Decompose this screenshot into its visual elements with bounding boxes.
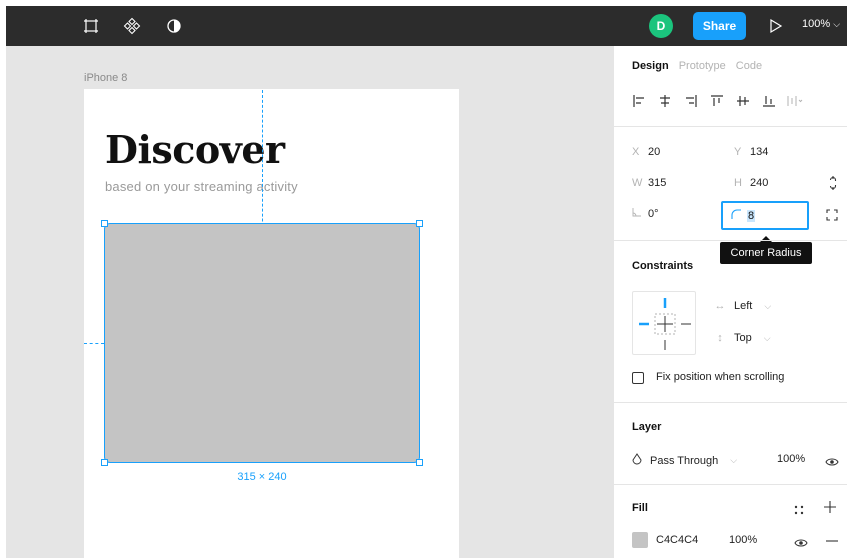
vertical-constraint-dropdown[interactable]: ↕ Top ⌵ [714,332,771,344]
blend-mode-value: Pass Through [650,454,719,467]
vertical-arrows-icon: ↕ [717,332,723,344]
blend-mode-icon [632,453,642,468]
divider [614,484,847,485]
selected-rectangle[interactable] [104,223,420,463]
height-field[interactable]: H 240 [734,177,768,189]
x-field[interactable]: X 20 [632,146,660,158]
align-right-icon[interactable] [678,92,704,110]
constraints-title: Constraints [632,260,694,272]
rotation-field[interactable]: 0° [632,208,659,220]
horizontal-spacing-guide [84,343,104,344]
horizontal-arrows-icon: ↔ [714,300,726,312]
blend-mode-dropdown[interactable]: Pass Through ⌵ [632,453,737,468]
chevron-down-icon: ⌵ [764,300,772,311]
chevron-down-icon: ⌵ [730,455,738,465]
divider [614,126,847,127]
y-value[interactable]: 134 [750,146,768,158]
frame-label[interactable]: iPhone 8 [84,72,127,84]
tab-code[interactable]: Code [736,60,762,72]
horizontal-constraint-dropdown[interactable]: ↔ Left ⌵ [714,300,772,312]
y-field[interactable]: Y 134 [734,146,768,158]
remove-fill-icon[interactable] [826,534,838,546]
fix-position-checkbox[interactable] [632,372,644,384]
h-value[interactable]: 240 [750,177,768,189]
corner-radius-tooltip: Corner Radius [720,242,812,264]
horizontal-constraint-value: Left [734,300,753,312]
chevron-down-icon: ⌵ [763,332,771,343]
align-horizontal-center-icon[interactable] [652,92,678,110]
align-left-icon[interactable] [626,92,652,110]
panel-tabs: Design Prototype Code [632,60,762,72]
w-value[interactable]: 315 [648,177,666,189]
tab-prototype[interactable]: Prototype [679,60,726,72]
tab-design[interactable]: Design [632,60,669,72]
share-button[interactable]: Share [693,12,746,40]
frame-tool-icon[interactable] [81,16,101,36]
eye-icon[interactable] [794,535,810,547]
fill-color-swatch[interactable] [632,532,648,548]
divider [614,402,847,403]
align-vertical-center-icon[interactable] [730,92,756,110]
eye-icon[interactable] [825,454,841,466]
y-label: Y [734,146,742,158]
align-top-icon[interactable] [704,92,730,110]
canvas[interactable]: iPhone 8 Discover based on your streamin… [6,46,613,558]
corner-radius-input[interactable]: 8 [721,201,809,230]
contrast-icon[interactable] [164,16,184,36]
constrain-proportions-icon[interactable] [826,174,840,192]
style-grid-icon[interactable] [794,502,806,515]
fill-opacity[interactable]: 100% [729,534,757,546]
h-label: H [734,177,742,189]
divider [614,240,847,241]
resize-handle-bottom-left[interactable] [101,459,108,466]
resize-handle-top-left[interactable] [101,220,108,227]
dimension-label: 315 × 240 [237,471,287,483]
independent-corners-icon[interactable] [826,208,840,222]
chevron-down-icon: ⌵ [833,19,841,29]
constraint-widget[interactable] [632,291,696,355]
vertical-constraint-value: Top [734,332,752,344]
rotation-value[interactable]: 0° [648,208,659,220]
fix-position-label[interactable]: Fix position when scrolling [656,371,784,383]
component-icon[interactable] [122,16,142,36]
add-fill-icon[interactable] [824,500,838,514]
layer-opacity[interactable]: 100% [777,453,805,465]
layer-title: Layer [632,421,662,433]
properties-panel: Design Prototype Code X 20 Y 134 W 315 H… [613,46,847,558]
play-icon[interactable] [766,17,784,35]
width-field[interactable]: W 315 [632,177,666,189]
resize-handle-top-right[interactable] [416,220,423,227]
zoom-value: 100% [802,18,831,30]
resize-handle-bottom-right[interactable] [416,459,423,466]
corner-radius-value[interactable]: 8 [747,209,756,222]
subheading-text[interactable]: based on your streaming activity [105,179,298,194]
corner-radius-icon [731,209,741,222]
rotation-icon [632,208,648,220]
fill-title: Fill [632,502,648,514]
fill-hex-value[interactable]: C4C4C4 [656,534,698,546]
alignment-toolbar [626,92,808,110]
align-bottom-icon[interactable] [756,92,782,110]
discover-heading[interactable]: Discover [105,127,285,172]
zoom-dropdown[interactable]: 100% ⌵ [802,18,840,30]
distribute-icon[interactable] [782,92,808,110]
top-toolbar: D Share 100% ⌵ [6,6,847,46]
w-label: W [632,177,643,189]
user-avatar[interactable]: D [649,14,673,38]
x-label: X [632,146,640,158]
x-value[interactable]: 20 [648,146,660,158]
